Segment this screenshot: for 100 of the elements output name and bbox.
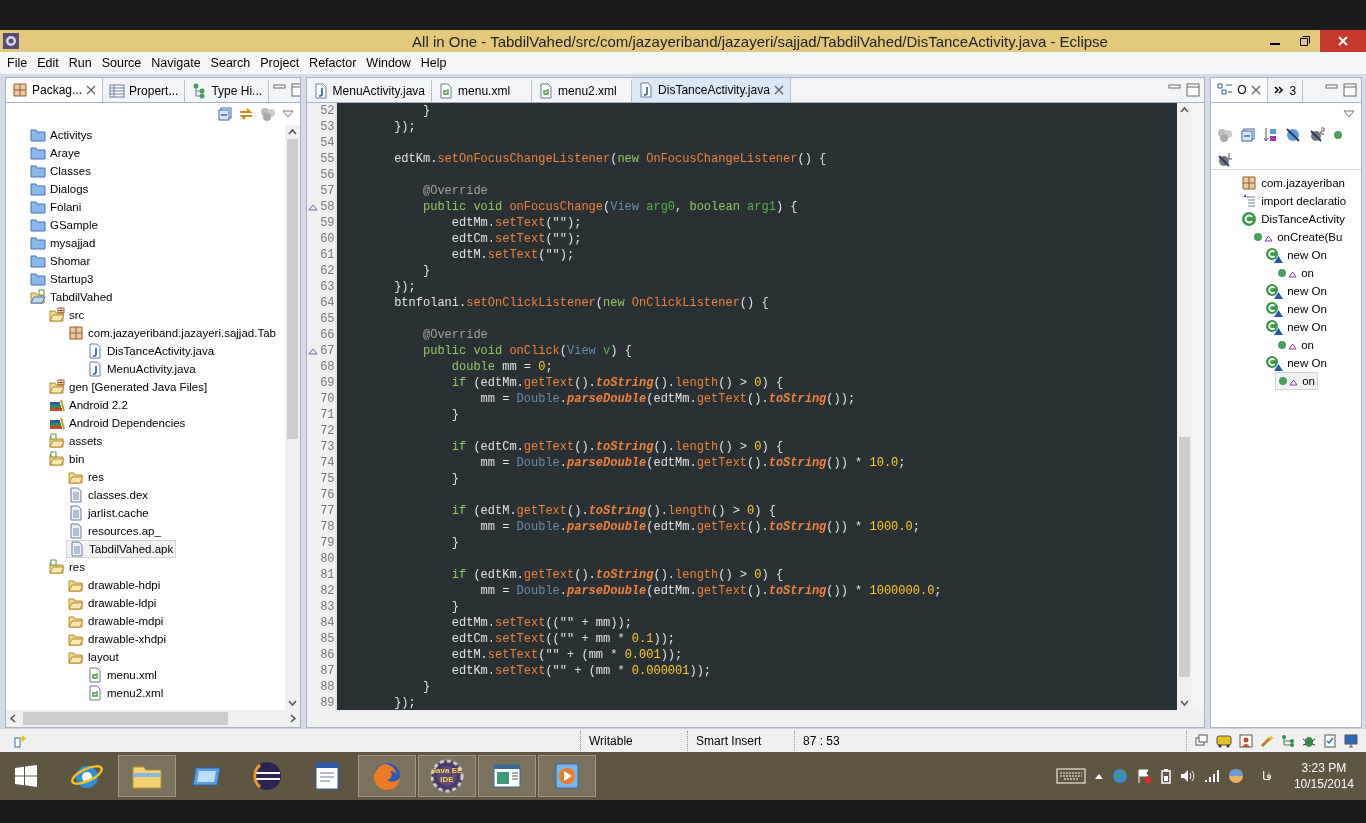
tree-item[interactable]: layout bbox=[66, 648, 121, 666]
panel-tab[interactable]: Propert... bbox=[103, 80, 186, 102]
tree-item[interactable]: Shomar bbox=[28, 252, 93, 270]
dropdown-icon[interactable] bbox=[281, 110, 294, 118]
panel-tab[interactable]: Packag... bbox=[6, 78, 104, 102]
tree-item[interactable]: new On bbox=[1263, 300, 1329, 318]
taskbar-button[interactable]: Java EE IDE bbox=[418, 755, 476, 797]
menu-item[interactable]: Source bbox=[96, 56, 147, 70]
tree-item[interactable]: drawable-hdpi bbox=[66, 576, 163, 594]
hide-static-icon[interactable] bbox=[1309, 126, 1326, 143]
menu-item[interactable]: Navigate bbox=[146, 56, 206, 70]
tree-item[interactable]: menu.xml bbox=[85, 666, 159, 684]
dropdown-icon[interactable] bbox=[1343, 110, 1355, 118]
horizontal-scrollbar[interactable] bbox=[306, 710, 1205, 727]
tree-item[interactable]: menu2.xml bbox=[85, 684, 166, 702]
close-icon[interactable] bbox=[1250, 85, 1261, 95]
tree-item[interactable]: Startup3 bbox=[28, 270, 96, 288]
network-icon[interactable] bbox=[1281, 733, 1295, 748]
panel-tab[interactable]: Type Hi... bbox=[185, 80, 270, 102]
panel-tab[interactable]: menu.xml bbox=[432, 80, 533, 102]
keyboard-icon[interactable] bbox=[1055, 768, 1086, 784]
close-icon[interactable] bbox=[773, 85, 784, 95]
panel-tab[interactable]: O bbox=[1211, 78, 1268, 102]
bus-icon[interactable] bbox=[1216, 733, 1232, 748]
tree-item[interactable]: Activitys bbox=[28, 126, 95, 144]
checklist-icon[interactable] bbox=[1323, 733, 1337, 748]
clock-date[interactable]: 10/15/2014 bbox=[1293, 776, 1354, 792]
tree-item[interactable]: new On bbox=[1263, 246, 1329, 264]
dots-icon[interactable] bbox=[259, 107, 276, 121]
tree-item[interactable]: drawable-ldpi bbox=[66, 594, 159, 612]
scrollbar-thumb[interactable] bbox=[23, 712, 228, 725]
monitor-icon[interactable] bbox=[1344, 733, 1358, 748]
tree-item[interactable]: GSample bbox=[28, 216, 100, 234]
scrollbar-thumb[interactable] bbox=[286, 139, 298, 439]
tree-item[interactable]: DisTanceActivity bbox=[1239, 210, 1347, 228]
link-icon[interactable] bbox=[237, 106, 254, 122]
speaker-icon[interactable] bbox=[1179, 768, 1196, 784]
tree-item[interactable]: com.jazayeriban bbox=[1239, 174, 1347, 192]
tree-item[interactable]: new On bbox=[1263, 282, 1329, 300]
collapse-all-icon[interactable] bbox=[1241, 127, 1256, 142]
clock-time[interactable]: 3:23 PM bbox=[1301, 760, 1347, 776]
tree-item[interactable]: gen [Generated Java Files] bbox=[47, 378, 210, 396]
menu-item[interactable]: Help bbox=[415, 56, 452, 70]
power-icon[interactable] bbox=[1159, 768, 1172, 784]
tree-item[interactable]: drawable-mdpi bbox=[66, 612, 166, 630]
close-button[interactable] bbox=[1320, 30, 1366, 52]
tree-item[interactable]: Folani bbox=[28, 198, 84, 216]
tree-item[interactable]: res bbox=[47, 558, 87, 576]
hide-fields-icon[interactable] bbox=[1285, 126, 1302, 143]
collapse-all-icon[interactable] bbox=[217, 107, 232, 121]
tree-item[interactable]: new On bbox=[1263, 318, 1329, 336]
signal-icon[interactable] bbox=[1203, 769, 1220, 783]
tree-item[interactable]: Android Dependencies bbox=[47, 414, 188, 432]
menu-item[interactable]: Search bbox=[205, 56, 256, 70]
tree-item[interactable]: DisTanceActivity.java bbox=[85, 342, 217, 360]
person-icon[interactable] bbox=[1239, 733, 1253, 748]
four-panes-icon[interactable] bbox=[15, 765, 37, 787]
tree-item[interactable]: TabdilVahed.apk bbox=[66, 540, 177, 558]
tree-item[interactable]: Dialogs bbox=[28, 180, 91, 198]
tree-item[interactable]: Android 2.2 bbox=[47, 396, 130, 414]
tree-item[interactable]: assets bbox=[47, 432, 105, 450]
window-icon[interactable] bbox=[1195, 733, 1209, 748]
tree-item[interactable]: drawable-xhdpi bbox=[66, 630, 168, 648]
tree-item[interactable]: import declaratio bbox=[1239, 192, 1349, 210]
language-indicator[interactable]: فا bbox=[1261, 769, 1272, 783]
menu-item[interactable]: Run bbox=[63, 56, 97, 70]
tree-item[interactable]: classes.dex bbox=[66, 486, 151, 504]
panel-tab[interactable]: DisTanceActivity.java bbox=[632, 78, 791, 102]
tree-item[interactable]: on bbox=[1275, 264, 1316, 282]
restore-icon[interactable] bbox=[1300, 36, 1310, 46]
maximize-icon[interactable] bbox=[1186, 83, 1201, 97]
tree-item[interactable]: TabdilVahed bbox=[28, 288, 115, 306]
panel-tab[interactable]: menu2.xml bbox=[532, 80, 633, 102]
panel-tab[interactable]: 3 bbox=[1267, 80, 1304, 102]
tree-item[interactable]: MenuActivity.java bbox=[85, 360, 198, 378]
tree-item[interactable]: com.jazayeriband.jazayeri.sajjad.Tab bbox=[66, 324, 278, 342]
tree-item[interactable]: src bbox=[47, 306, 87, 324]
close-icon[interactable] bbox=[86, 85, 97, 95]
tree-item[interactable]: resources.ap_ bbox=[66, 522, 163, 540]
tree-item[interactable]: res bbox=[66, 468, 106, 486]
tree-item[interactable]: jarlist.cache bbox=[66, 504, 151, 522]
tree-item[interactable]: bin bbox=[47, 450, 87, 468]
menu-item[interactable]: Edit bbox=[32, 56, 64, 70]
circle-icon[interactable] bbox=[1227, 768, 1244, 784]
tree-item[interactable]: on bbox=[1275, 372, 1318, 390]
scrollbar-thumb[interactable] bbox=[1179, 437, 1191, 677]
dots-icon[interactable] bbox=[1217, 127, 1234, 142]
sort-icon[interactable] bbox=[1263, 126, 1278, 143]
show-hidden-icons-icon[interactable] bbox=[1093, 772, 1104, 780]
menu-item[interactable]: Window bbox=[361, 56, 416, 70]
tree-item[interactable]: onCreate(Bu bbox=[1251, 228, 1345, 246]
tree-item[interactable]: Classes bbox=[28, 162, 93, 180]
flag-icon[interactable] bbox=[1135, 768, 1152, 784]
menu-item[interactable]: Refactor bbox=[304, 56, 362, 70]
panel-tab[interactable]: MenuActivity.java bbox=[306, 80, 433, 102]
wand-icon[interactable] bbox=[1260, 733, 1274, 748]
tree-item[interactable]: on bbox=[1275, 336, 1316, 354]
menu-item[interactable]: File bbox=[2, 56, 33, 70]
maximize-icon[interactable] bbox=[1343, 83, 1357, 97]
hide-local-icon[interactable] bbox=[1217, 151, 1234, 168]
